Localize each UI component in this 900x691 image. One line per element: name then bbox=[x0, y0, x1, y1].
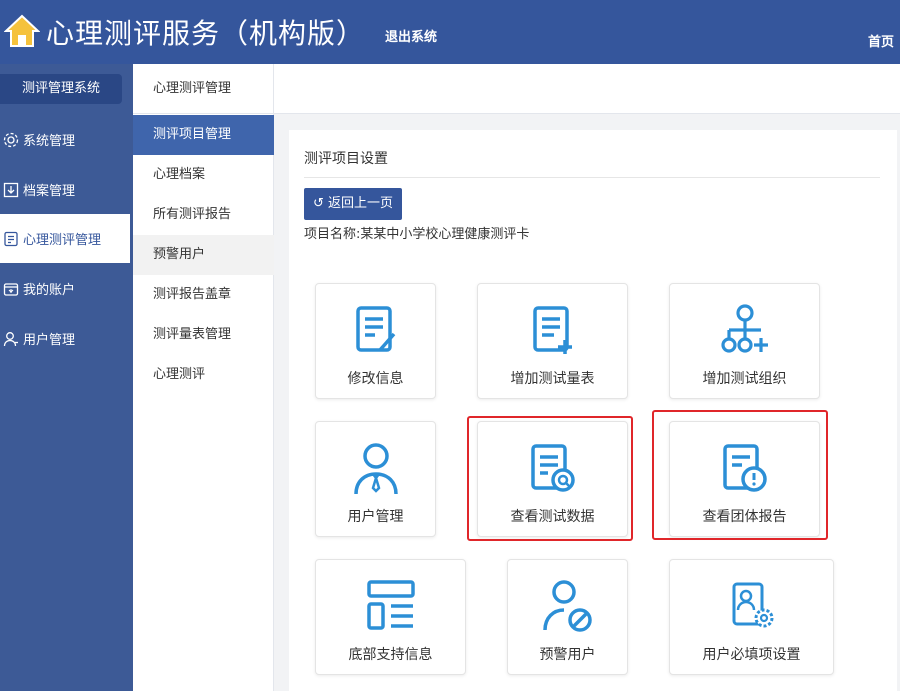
home-link[interactable]: 首页 bbox=[868, 31, 894, 50]
card-label: 用户必填项设置 bbox=[702, 647, 801, 663]
subnav-header: 心理测评管理 bbox=[133, 64, 274, 114]
back-icon: ↺ bbox=[312, 196, 324, 211]
sub-navigation: 心理测评管理 测评项目管理 心理档案 所有测评报告 预警用户 测评报告盖章 测评… bbox=[133, 64, 274, 691]
system-label: 测评管理系统 bbox=[0, 74, 122, 104]
user-icon bbox=[3, 331, 18, 346]
sidebar-item-assessment[interactable]: 心理测评管理 bbox=[0, 214, 130, 263]
back-button-label: 返回上一页 bbox=[328, 196, 394, 211]
card-label: 修改信息 bbox=[347, 371, 404, 387]
top-bar: 心理测评服务（机构版） 退出系统 首页 bbox=[0, 0, 900, 64]
app-title: 心理测评服务（机构版） bbox=[46, 17, 366, 50]
card-view-group-report[interactable]: 查看团体报告 bbox=[669, 421, 820, 537]
user-manager-icon bbox=[353, 443, 398, 495]
search-document-icon bbox=[530, 444, 575, 492]
wallet-icon bbox=[3, 282, 19, 296]
alert-report-icon bbox=[722, 444, 767, 492]
card-warning-users[interactable]: 预警用户 bbox=[507, 559, 628, 675]
sidebar-item-label: 心理测评管理 bbox=[23, 233, 102, 248]
subnav-item-all-reports[interactable]: 所有测评报告 bbox=[133, 195, 274, 235]
card-edit-info[interactable]: 修改信息 bbox=[315, 283, 436, 399]
sidebar-item-archive[interactable]: 档案管理 bbox=[0, 165, 130, 214]
back-button[interactable]: ↺ 返回上一页 bbox=[304, 188, 402, 220]
sidebar: 测评管理系统 系统管理 档案管理 心理测评管理 我的账户 用户管理 bbox=[0, 64, 133, 691]
sidebar-item-account[interactable]: 我的账户 bbox=[0, 264, 130, 313]
document-icon bbox=[4, 231, 18, 246]
archive-icon bbox=[3, 182, 19, 197]
subnav-item-psych-test[interactable]: 心理测评 bbox=[133, 355, 274, 395]
divider bbox=[304, 177, 880, 178]
card-view-test-data[interactable]: 查看测试数据 bbox=[477, 421, 628, 537]
card-label: 预警用户 bbox=[539, 647, 596, 663]
sidebar-item-system[interactable]: 系统管理 bbox=[0, 115, 130, 164]
home-logo-icon bbox=[4, 14, 40, 47]
card-label: 查看测试数据 bbox=[510, 509, 595, 525]
card-label: 增加测试组织 bbox=[702, 371, 787, 387]
tab-strip bbox=[274, 64, 900, 114]
card-add-scale[interactable]: 增加测试量表 bbox=[477, 283, 628, 399]
card-footer-support[interactable]: 底部支持信息 bbox=[315, 559, 466, 675]
gear-icon bbox=[3, 132, 19, 147]
logout-link[interactable]: 退出系统 bbox=[385, 26, 437, 45]
card-user-required-fields[interactable]: 用户必填项设置 bbox=[669, 559, 834, 675]
panel-title: 测评项目设置 bbox=[304, 151, 388, 167]
add-organization-icon bbox=[720, 304, 768, 353]
sidebar-item-label: 用户管理 bbox=[23, 333, 76, 348]
sidebar-item-label: 档案管理 bbox=[23, 184, 76, 199]
subnav-item-warning-users[interactable]: 预警用户 bbox=[133, 235, 274, 275]
card-label: 查看团体报告 bbox=[702, 509, 787, 525]
edit-document-icon bbox=[355, 306, 395, 352]
subnav-item-psych-archive[interactable]: 心理档案 bbox=[133, 155, 274, 195]
project-name: 项目名称:某某中小学校心理健康测评卡 bbox=[304, 227, 530, 242]
subnav-item-project-management[interactable]: 测评项目管理 bbox=[133, 115, 274, 155]
layout-icon bbox=[366, 580, 415, 630]
user-settings-icon bbox=[732, 582, 773, 628]
sidebar-item-users[interactable]: 用户管理 bbox=[0, 314, 130, 363]
card-label: 底部支持信息 bbox=[348, 647, 433, 663]
sidebar-item-label: 系统管理 bbox=[23, 134, 76, 149]
card-add-organization[interactable]: 增加测试组织 bbox=[669, 283, 820, 399]
card-label: 增加测试量表 bbox=[510, 371, 595, 387]
add-document-icon bbox=[532, 306, 572, 354]
subnav-item-report-stamp[interactable]: 测评报告盖章 bbox=[133, 275, 274, 315]
card-label: 用户管理 bbox=[347, 509, 404, 525]
blocked-user-icon bbox=[542, 580, 592, 632]
sidebar-item-label: 我的账户 bbox=[23, 283, 76, 298]
subnav-item-scale-management[interactable]: 测评量表管理 bbox=[133, 315, 274, 355]
card-user-management[interactable]: 用户管理 bbox=[315, 421, 436, 537]
